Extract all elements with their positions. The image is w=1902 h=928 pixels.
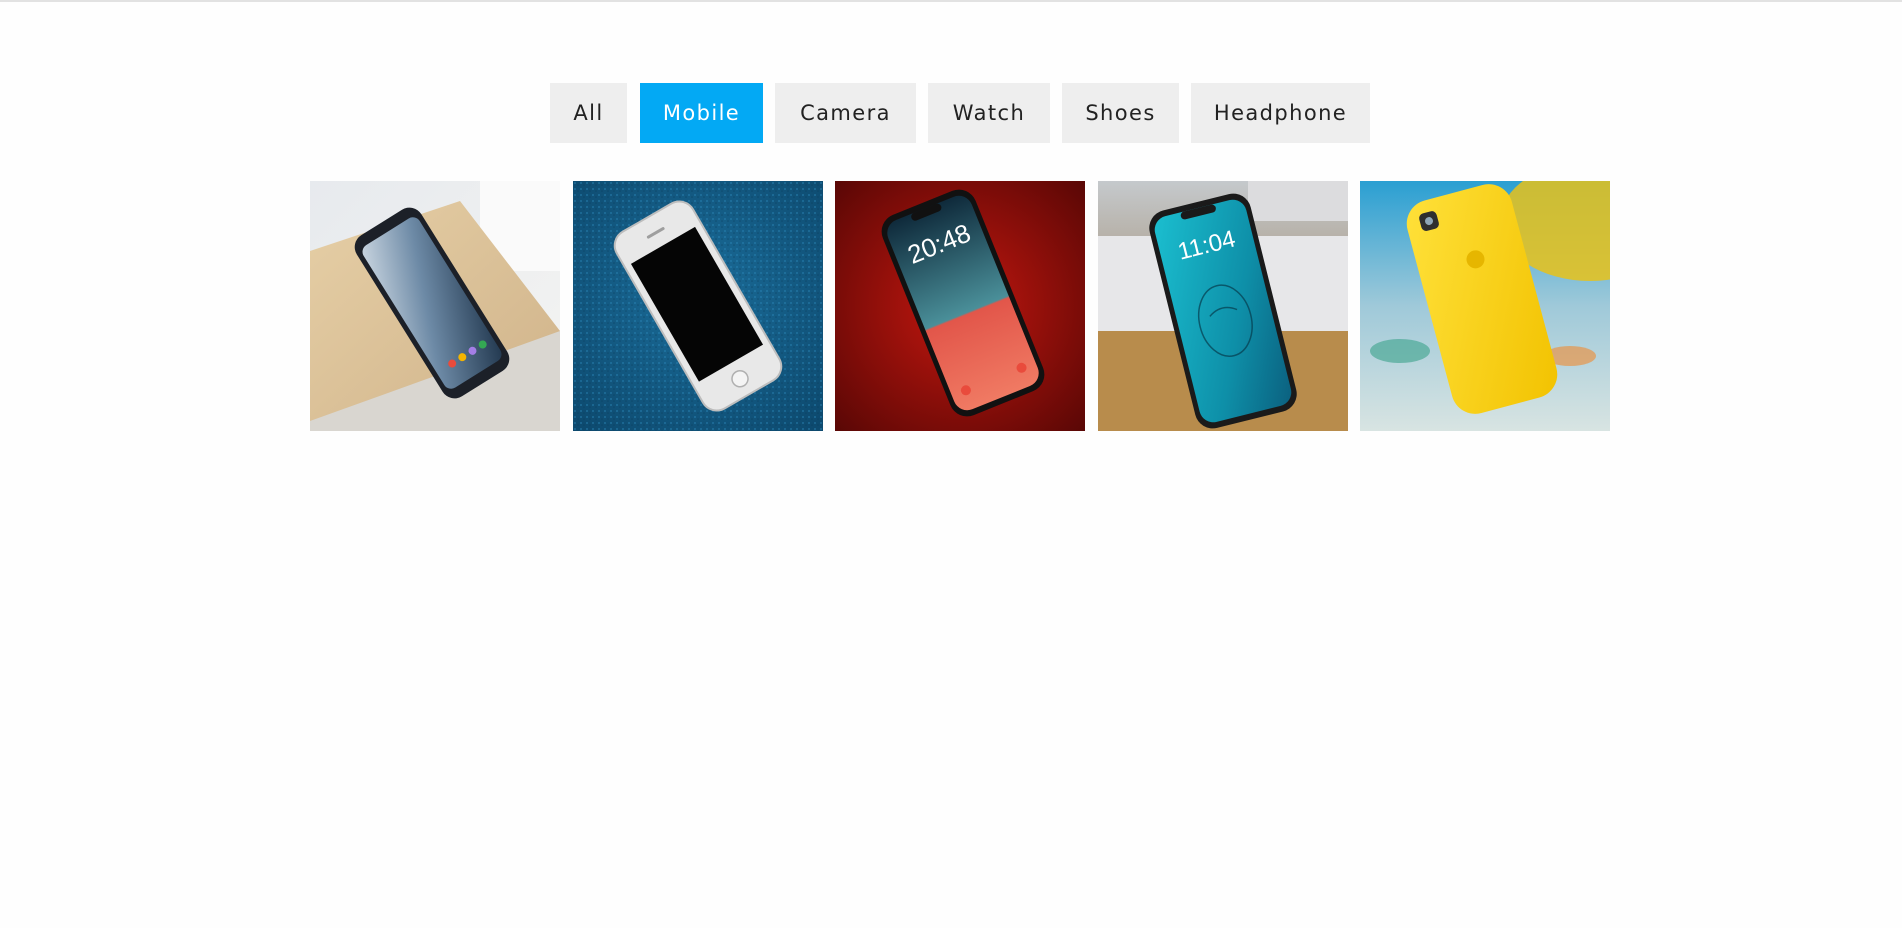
filter-mobile-button[interactable]: Mobile (640, 83, 763, 143)
android-phone-image (310, 181, 560, 431)
gallery-item-white-iphone[interactable] (573, 181, 823, 431)
top-divider (0, 0, 1902, 2)
portfolio-gallery: 20:48 11:04 (0, 181, 1902, 431)
gallery-item-android-phone[interactable] (310, 181, 560, 431)
filter-shoes-button[interactable]: Shoes (1062, 83, 1179, 143)
gallery-item-iphone-red[interactable]: 20:48 (835, 181, 1085, 431)
iphone-x-image: 11:04 (1098, 181, 1348, 431)
iphone-red-background-image: 20:48 (835, 181, 1085, 431)
filter-all-button[interactable]: All (550, 83, 627, 143)
gallery-item-iphone-x[interactable]: 11:04 (1098, 181, 1348, 431)
filter-camera-button[interactable]: Camera (775, 83, 916, 143)
gallery-item-yellow-iphone[interactable] (1360, 181, 1610, 431)
portfolio-filter-bar: All Mobile Camera Watch Shoes Headphone (0, 83, 1902, 143)
filter-headphone-button[interactable]: Headphone (1191, 83, 1370, 143)
white-iphone-image (573, 181, 823, 431)
yellow-iphone-image (1360, 181, 1610, 431)
filter-watch-button[interactable]: Watch (928, 83, 1050, 143)
